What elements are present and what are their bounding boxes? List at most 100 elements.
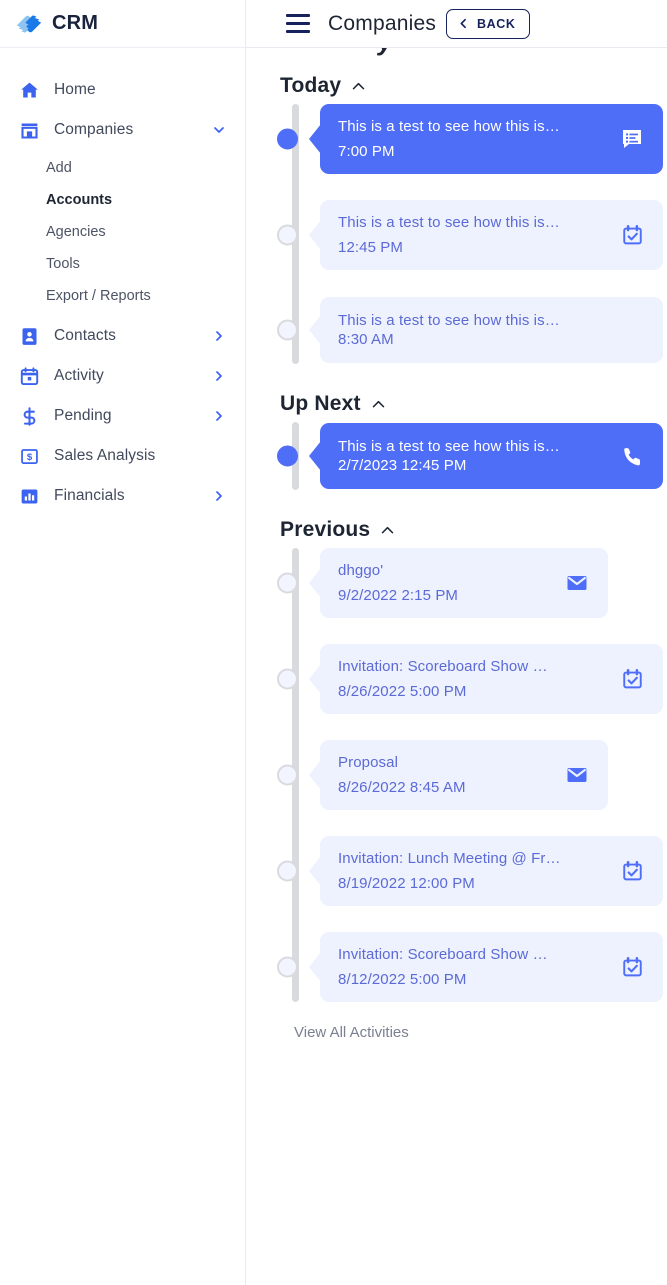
sidebar-item-pending[interactable]: Pending	[0, 396, 245, 436]
activity-card[interactable]: This is a test to see how this is… 12:45…	[320, 200, 663, 270]
chevron-up-icon[interactable]	[350, 78, 367, 95]
section-header-previous[interactable]: Previous	[280, 518, 651, 542]
contact-card-icon	[18, 325, 40, 347]
sidebar-item-sales-analysis[interactable]: $ Sales Analysis	[0, 436, 245, 476]
chevron-right-icon[interactable]	[211, 408, 227, 424]
note-bubble-icon	[619, 126, 645, 152]
activity-card[interactable]: Invitation: Scoreboard Show … 8/12/2022 …	[320, 932, 663, 1002]
activity-card[interactable]: This is a test to see how this is… 2/7/2…	[320, 423, 663, 489]
timeline-row[interactable]: This is a test to see how this is… 12:45…	[277, 200, 663, 270]
activity-meta: 9/2/2022 2:15 PM	[338, 587, 459, 604]
activity-title: This is a test to see how this is…	[338, 438, 560, 455]
section-header-today[interactable]: Today	[280, 74, 651, 98]
timeline-row[interactable]: This is a test to see how this is… 2/7/2…	[277, 422, 663, 490]
clipped-heading-area: y	[280, 48, 651, 70]
timeline-dot	[277, 860, 298, 882]
activity-meta: 12:45 PM	[338, 239, 404, 256]
section-header-up-next[interactable]: Up Next	[280, 392, 651, 416]
sidebar-item-label: Sales Analysis	[54, 447, 156, 464]
money-note-icon: $	[18, 445, 40, 467]
calendar-check-icon	[619, 954, 645, 980]
chevron-right-icon[interactable]	[211, 328, 227, 344]
activity-card[interactable]: Invitation: Lunch Meeting @ Fr… 8/19/202…	[320, 836, 663, 906]
activity-title: This is a test to see how this is…	[338, 118, 560, 135]
timeline-row[interactable]: This is a test to see how this is… 7:00 …	[277, 104, 663, 174]
section-previous: Previous dhggo' 9/2/2022 2:15 PM Invitat…	[277, 518, 663, 1002]
activity-title: This is a test to see how this is…	[338, 312, 560, 329]
subnav-companies: Add Accounts Agencies Tools Export / Rep…	[0, 150, 245, 316]
sidebar-item-label: Home	[54, 81, 96, 98]
chevron-right-icon[interactable]	[211, 368, 227, 384]
sidebar-item-label: Contacts	[54, 327, 116, 344]
calendar-check-icon	[619, 858, 645, 884]
activity-card[interactable]: This is a test to see how this is… 7:00 …	[320, 104, 663, 174]
hamburger-icon[interactable]	[286, 12, 310, 36]
activity-card[interactable]: This is a test to see how this is… 8:30 …	[320, 297, 663, 363]
sidebar-item-activity[interactable]: Activity	[0, 356, 245, 396]
timeline-dot	[277, 128, 298, 150]
sidebar-item-label: Activity	[54, 367, 104, 384]
envelope-icon	[564, 570, 590, 596]
main-content: Companies BACK y Today	[246, 0, 667, 1285]
view-all-activities-link[interactable]: View All Activities	[294, 1024, 651, 1041]
activity-meta: 2/7/2023 12:45 PM	[338, 457, 467, 474]
chevron-up-icon[interactable]	[379, 522, 396, 539]
activity-meta: 8/19/2022 12:00 PM	[338, 875, 475, 892]
sidebar-item-home[interactable]: Home	[0, 70, 245, 110]
activity-title: Invitation: Scoreboard Show …	[338, 658, 548, 675]
chevron-down-icon[interactable]	[211, 122, 227, 138]
chevron-up-icon[interactable]	[370, 396, 387, 413]
timeline-row[interactable]: Invitation: Scoreboard Show … 8/12/2022 …	[277, 932, 663, 1002]
timeline-row[interactable]: This is a test to see how this is… 8:30 …	[277, 296, 663, 364]
activity-title: This is a test to see how this is…	[338, 214, 560, 231]
activity-meta: 8:30 AM	[338, 331, 394, 348]
activity-scroll-area[interactable]: y Today This is a test to	[246, 48, 667, 1285]
chevron-right-icon[interactable]	[211, 488, 227, 504]
section-title: Up Next	[280, 392, 361, 415]
subnav-label: Accounts	[46, 192, 113, 208]
sidebar-item-accounts[interactable]: Accounts	[0, 184, 245, 216]
sidebar-item-label: Companies	[54, 121, 134, 138]
sidebar-item-export-reports[interactable]: Export / Reports	[0, 280, 245, 312]
app-root: CRM Home Companies Add Accounts Agencies…	[0, 0, 667, 1285]
timeline-row[interactable]: Invitation: Scoreboard Show … 8/26/2022 …	[277, 644, 663, 714]
timeline-row[interactable]: Proposal 8/26/2022 8:45 AM	[277, 740, 651, 810]
timeline-previous: dhggo' 9/2/2022 2:15 PM Invitation: Scor…	[277, 548, 663, 1002]
sidebar-item-tools[interactable]: Tools	[0, 248, 245, 280]
calendar-icon	[18, 365, 40, 387]
activity-card[interactable]: Proposal 8/26/2022 8:45 AM	[320, 740, 609, 810]
home-icon	[18, 79, 40, 101]
timeline-dot	[277, 668, 298, 690]
bar-chart-icon	[18, 485, 40, 507]
handshake-logo-icon	[14, 9, 44, 39]
activity-card[interactable]: Invitation: Scoreboard Show … 8/26/2022 …	[320, 644, 663, 714]
activity-meta: 8/26/2022 5:00 PM	[338, 683, 467, 700]
timeline-dot	[277, 319, 298, 341]
sidebar-nav: Home Companies Add Accounts Agencies Too…	[0, 48, 245, 516]
activity-title: dhggo'	[338, 562, 384, 579]
section-up-next: Up Next This is a test to see how this i…	[277, 392, 663, 490]
timeline-dot	[277, 224, 298, 246]
sidebar-item-agencies[interactable]: Agencies	[0, 216, 245, 248]
timeline-row[interactable]: dhggo' 9/2/2022 2:15 PM	[277, 548, 651, 618]
sidebar-item-financials[interactable]: Financials	[0, 476, 245, 516]
timeline-today: This is a test to see how this is… 7:00 …	[277, 104, 663, 364]
sidebar-item-contacts[interactable]: Contacts	[0, 316, 245, 356]
timeline-row[interactable]: Invitation: Lunch Meeting @ Fr… 8/19/202…	[277, 836, 663, 906]
activity-title: Invitation: Scoreboard Show …	[338, 946, 548, 963]
calendar-check-icon	[619, 666, 645, 692]
subnav-label: Agencies	[46, 224, 106, 240]
brand[interactable]: CRM	[0, 0, 245, 48]
phone-icon	[619, 443, 645, 469]
sidebar: CRM Home Companies Add Accounts Agencies…	[0, 0, 246, 1285]
activity-meta: 7:00 PM	[338, 143, 395, 160]
back-button-label: BACK	[477, 16, 516, 31]
section-title: Today	[280, 74, 342, 97]
section-title: Previous	[280, 518, 371, 541]
sidebar-item-companies[interactable]: Companies	[0, 110, 245, 150]
back-button[interactable]: BACK	[446, 8, 530, 39]
timeline-dot	[277, 764, 298, 786]
envelope-icon	[564, 762, 590, 788]
activity-card[interactable]: dhggo' 9/2/2022 2:15 PM	[320, 548, 609, 618]
sidebar-item-add[interactable]: Add	[0, 152, 245, 184]
